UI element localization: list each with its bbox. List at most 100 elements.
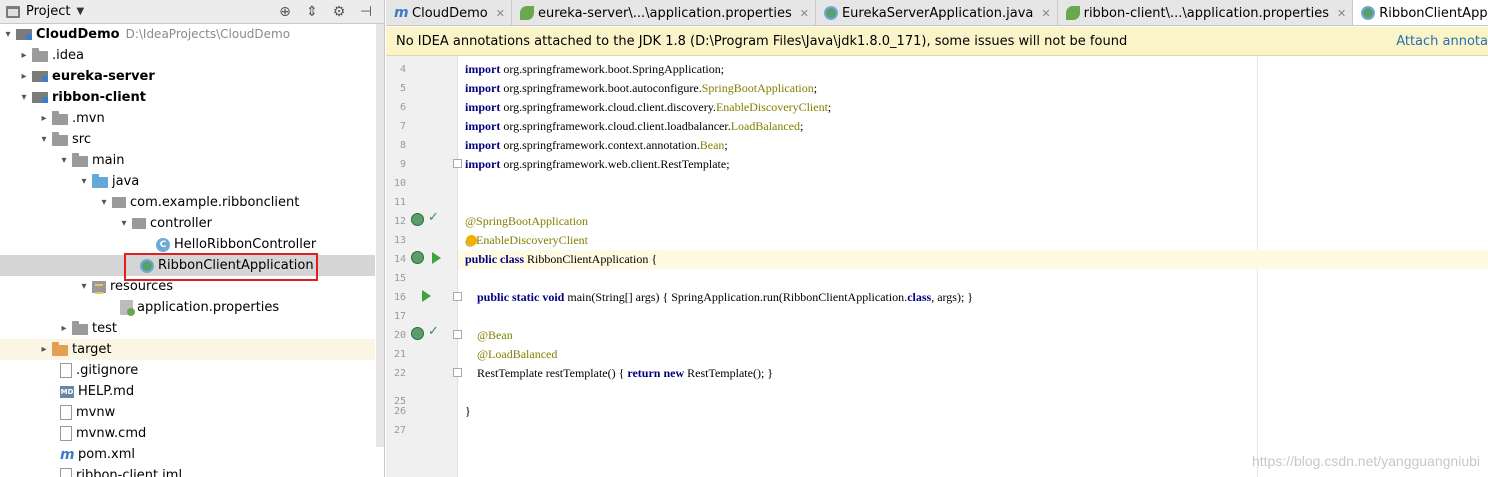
project-panel: Project ▼ ⊕ ⇕ ⚙ ⊣ ▾ CloudDemo D:\IdeaProj… <box>0 0 385 477</box>
expand-arrow-icon[interactable]: ▸ <box>16 71 32 82</box>
spring-bean-icon[interactable] <box>411 251 424 264</box>
expand-arrow-icon[interactable]: ▸ <box>16 50 32 61</box>
line-number: 27 <box>393 425 406 436</box>
tree-item-clouddemo[interactable]: ▾ CloudDemo D:\IdeaProjects\CloudDemo <box>0 24 375 45</box>
source-folder-icon <box>92 173 108 188</box>
chevron-down-icon[interactable]: ▼ <box>76 6 84 17</box>
tree-item-target[interactable]: ▸ target <box>0 339 375 360</box>
expand-arrow-icon[interactable]: ▾ <box>16 92 32 103</box>
tree-item-eureka-server[interactable]: ▸ eureka-server <box>0 66 375 87</box>
tab-eureka-server-properties[interactable]: eureka-server\...\application.properties… <box>512 0 816 25</box>
tree-item-label: main <box>92 153 125 168</box>
spring-bean-icon[interactable] <box>411 327 424 340</box>
line-number: 4 <box>399 64 406 75</box>
crosshair-icon[interactable]: ⊕ <box>277 4 293 20</box>
spring-bean-icon[interactable] <box>411 213 424 226</box>
tree-item-java[interactable]: ▾ java <box>0 171 375 192</box>
line-number: 11 <box>393 197 406 208</box>
tab-ribbonclientapplication[interactable]: RibbonClientApplication.java ✕ <box>1353 0 1488 25</box>
close-icon[interactable]: ✕ <box>1337 7 1346 20</box>
resources-folder-icon <box>92 280 106 294</box>
tree-item-pom-xml[interactable]: m pom.xml <box>0 444 375 465</box>
project-view-selector[interactable]: Project <box>26 4 70 19</box>
close-icon[interactable]: ✕ <box>496 7 505 20</box>
tree-item-mvnw[interactable]: mvnw <box>0 402 375 423</box>
expand-arrow-icon[interactable]: ▸ <box>36 113 52 124</box>
expand-arrow-icon[interactable]: ▾ <box>76 281 92 292</box>
tree-scrollbar[interactable] <box>376 24 384 447</box>
tree-item-mvn[interactable]: ▸ .mvn <box>0 108 375 129</box>
editor-tabs: m CloudDemo ✕ eureka-server\...\applicat… <box>386 0 1488 26</box>
folder-icon <box>72 320 88 335</box>
line-number: 12 <box>393 216 406 227</box>
tree-item-help-md[interactable]: MD HELP.md <box>0 381 375 402</box>
tree-item-ribbon-client-iml[interactable]: ribbon-client.iml <box>0 465 375 477</box>
properties-file-icon <box>120 300 135 316</box>
tree-item-label: .mvn <box>72 111 105 126</box>
tree-item-idea[interactable]: ▸ .idea <box>0 45 375 66</box>
line-number: 13 <box>393 235 406 246</box>
check-icon[interactable]: ✓ <box>428 325 441 338</box>
tree-item-label: controller <box>150 216 213 231</box>
tree-item-test[interactable]: ▸ test <box>0 318 375 339</box>
close-icon[interactable]: ✕ <box>800 7 809 20</box>
tab-label: RibbonClientApplication.java <box>1379 5 1488 21</box>
run-icon[interactable] <box>422 290 431 302</box>
attach-annotations-link[interactable]: Attach annota <box>1396 34 1488 49</box>
tree-item-label: application.properties <box>137 300 280 315</box>
leaf-icon <box>1065 6 1080 20</box>
file-icon <box>60 405 72 420</box>
tree-item-src[interactable]: ▾ src <box>0 129 375 150</box>
tree-item-main[interactable]: ▾ main <box>0 150 375 171</box>
tree-item-ribbon-client[interactable]: ▾ ribbon-client <box>0 87 375 108</box>
code-line: } <box>465 404 471 418</box>
collapse-icon[interactable]: ⇕ <box>304 4 320 20</box>
tree-item-application-properties[interactable]: application.properties <box>0 297 375 318</box>
tree-item-helloribboncontroller[interactable]: C HelloRibbonController <box>0 234 375 255</box>
tree-item-mvnw-cmd[interactable]: mvnw.cmd <box>0 423 375 444</box>
project-view-icon <box>6 5 20 18</box>
project-tree: ▾ CloudDemo D:\IdeaProjects\CloudDemo ▸ .… <box>0 24 375 477</box>
run-icon[interactable] <box>432 252 441 264</box>
expand-arrow-icon[interactable]: ▾ <box>96 197 112 208</box>
maven-icon: m <box>60 446 75 463</box>
code-line: import org.springframework.cloud.client.… <box>465 100 832 114</box>
expand-arrow-icon[interactable]: ▸ <box>56 323 72 334</box>
tree-item-package[interactable]: ▾ com.example.ribbonclient <box>0 192 375 213</box>
expand-arrow-icon[interactable]: ▾ <box>36 134 52 145</box>
lightbulb-icon[interactable] <box>466 235 477 246</box>
check-icon[interactable]: ✓ <box>428 211 441 224</box>
line-number: 26 <box>393 406 406 417</box>
module-icon <box>16 29 32 40</box>
highlight-box <box>124 253 318 281</box>
expand-arrow-icon[interactable]: ▾ <box>116 218 132 229</box>
tree-item-controller[interactable]: ▾ controller <box>0 213 375 234</box>
tree-item-gitignore[interactable]: .gitignore <box>0 360 375 381</box>
expand-arrow-icon[interactable]: ▸ <box>36 344 52 355</box>
code-line: import org.springframework.context.annot… <box>465 138 728 152</box>
tree-item-label: pom.xml <box>78 447 135 462</box>
expand-arrow-icon[interactable]: ▾ <box>76 176 92 187</box>
close-icon[interactable]: ✕ <box>1041 7 1050 20</box>
tree-item-label: com.example.ribbonclient <box>130 195 300 210</box>
module-icon <box>32 71 48 82</box>
tab-ribbon-client-properties[interactable]: ribbon-client\...\application.properties… <box>1058 0 1354 25</box>
tab-clouddemo[interactable]: m CloudDemo ✕ <box>386 0 512 25</box>
line-number: 8 <box>399 140 406 151</box>
expand-arrow-icon[interactable]: ▾ <box>0 29 16 40</box>
package-icon <box>132 218 146 229</box>
tree-item-label: mvnw.cmd <box>76 426 147 441</box>
code-area[interactable]: import org.springframework.boot.SpringAp… <box>458 56 1488 477</box>
line-number: 16 <box>393 292 406 303</box>
tree-item-label: ribbon-client.iml <box>76 468 183 477</box>
expand-arrow-icon[interactable]: ▾ <box>56 155 72 166</box>
hide-icon[interactable]: ⊣ <box>358 4 374 20</box>
tree-item-label: java <box>112 174 140 189</box>
tree-item-label: src <box>72 132 91 147</box>
tree-item-label: .gitignore <box>76 363 139 378</box>
line-number: 10 <box>393 178 406 189</box>
code-editor[interactable]: 4 5 6 7 8 9 10 11 12 13 14 15 16 17 20 2… <box>386 56 1488 477</box>
tab-eurekaserverapplication[interactable]: EurekaServerApplication.java ✕ <box>816 0 1058 25</box>
line-number: 5 <box>399 83 406 94</box>
gear-icon[interactable]: ⚙ <box>331 4 347 20</box>
